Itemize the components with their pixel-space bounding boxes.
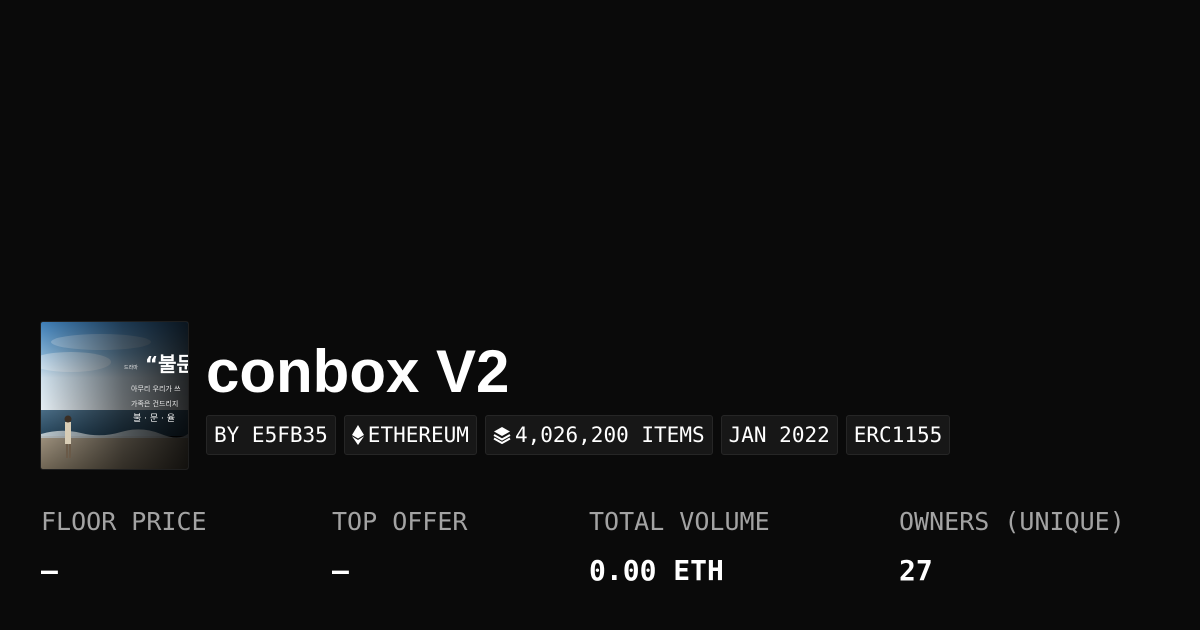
total-volume-label: TOTAL VOLUME	[589, 507, 770, 536]
thumbnail-line-1: 아무리 우리가 쓰	[131, 385, 181, 393]
chain-tag: ETHEREUM	[343, 415, 477, 455]
collection-tags: BY E5FB35 ETHEREUM 4,026,200 ITEMS JAN 2…	[206, 415, 951, 455]
thumbnail-line-2: 가족은 건드리지	[131, 400, 179, 408]
owners-value: 27	[899, 554, 933, 587]
floor-price-stat: FLOOR PRICE –	[41, 505, 207, 588]
date-label: JAN 2022	[728, 423, 830, 447]
floor-price-value: –	[41, 554, 58, 587]
top-offer-stat: TOP OFFER –	[332, 505, 467, 588]
thumbnail-caption: 드라마	[124, 365, 138, 371]
total-volume-value: 0.00 ETH	[589, 554, 724, 587]
creator-label: BY E5FB35	[214, 423, 328, 447]
owners-label: OWNERS (UNIQUE)	[899, 507, 1125, 536]
collection-card: “불문 드라마 아무리 우리가 쓰 가족은 건드리지 불 · 문 · 율 con…	[0, 0, 1200, 630]
thumbnail-image	[41, 322, 188, 469]
floor-price-label: FLOOR PRICE	[41, 507, 207, 536]
total-volume-stat: TOTAL VOLUME 0.00 ETH	[589, 505, 770, 588]
chain-label: ETHEREUM	[367, 423, 469, 447]
items-label: 4,026,200 ITEMS	[514, 423, 705, 447]
ethereum-icon	[351, 425, 364, 445]
thumbnail-quote: “불문	[145, 352, 188, 376]
collection-thumbnail[interactable]: “불문 드라마 아무리 우리가 쓰 가족은 건드리지 불 · 문 · 율	[40, 321, 189, 470]
date-tag: JAN 2022	[720, 415, 838, 455]
creator-tag[interactable]: BY E5FB35	[206, 415, 336, 455]
thumbnail-line-3: 불 · 문 · 율	[133, 414, 176, 424]
top-offer-value: –	[332, 554, 349, 587]
items-tag: 4,026,200 ITEMS	[484, 415, 713, 455]
top-offer-label: TOP OFFER	[332, 507, 468, 536]
standard-tag: ERC1155	[845, 415, 951, 455]
standard-label: ERC1155	[853, 423, 943, 447]
owners-stat: OWNERS (UNIQUE) 27	[899, 505, 1125, 588]
collection-title: conbox V2	[206, 338, 510, 405]
layers-icon	[493, 426, 511, 444]
